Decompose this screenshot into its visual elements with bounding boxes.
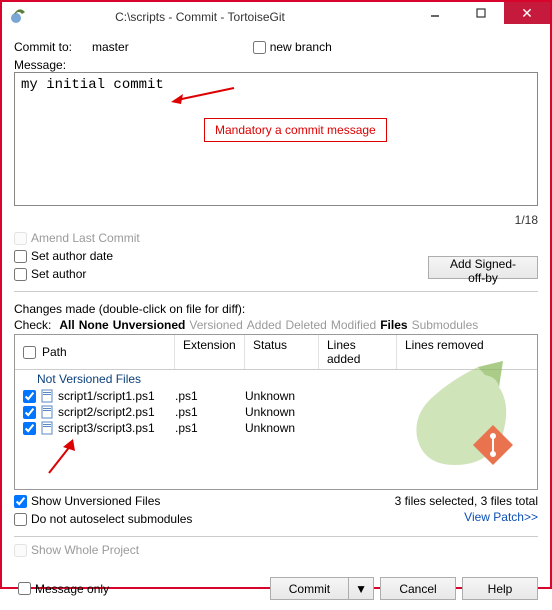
file-status: Unknown — [245, 421, 319, 435]
view-patch-link[interactable]: View Patch>> — [395, 510, 538, 524]
message-counter: 1/18 — [14, 213, 538, 227]
check-unversioned-link[interactable]: Unversioned — [113, 318, 186, 332]
no-autoselect-checkbox[interactable] — [14, 513, 27, 526]
table-header: Path Extension Status Lines added Lines … — [15, 335, 537, 370]
set-author-checkbox[interactable] — [14, 268, 27, 281]
file-path: script2/script2.ps1 — [58, 405, 155, 419]
close-button[interactable]: ✕ — [504, 2, 550, 24]
file-ext: .ps1 — [175, 405, 245, 419]
divider — [14, 291, 538, 292]
check-deleted-link[interactable]: Deleted — [285, 318, 326, 332]
file-icon — [40, 405, 54, 419]
show-unversioned-checkbox[interactable] — [14, 495, 27, 508]
row-checkbox[interactable] — [23, 406, 36, 419]
app-icon — [10, 8, 28, 26]
changes-made-label: Changes made (double-click on file for d… — [14, 302, 538, 316]
row-checkbox[interactable] — [23, 422, 36, 435]
message-label: Message: — [14, 58, 66, 72]
file-icon — [40, 421, 54, 435]
check-label: Check: — [14, 318, 51, 332]
set-author-date-checkbox[interactable] — [14, 250, 27, 263]
selection-stats: 3 files selected, 3 files total — [395, 494, 538, 508]
check-all-link[interactable]: All — [59, 318, 74, 332]
amend-label: Amend Last Commit — [31, 231, 140, 245]
amend-checkbox — [14, 232, 27, 245]
file-status: Unknown — [245, 405, 319, 419]
check-versioned-link[interactable]: Versioned — [189, 318, 242, 332]
table-row[interactable]: script2/script2.ps1 .ps1 Unknown — [15, 404, 537, 420]
header-checkbox[interactable] — [23, 346, 36, 359]
annotation-arrow-icon — [43, 437, 93, 477]
col-lines-added[interactable]: Lines added — [319, 335, 397, 369]
table-row[interactable]: script3/script3.ps1 .ps1 Unknown — [15, 420, 537, 436]
col-status[interactable]: Status — [245, 335, 319, 369]
commit-to-value: master — [92, 40, 129, 54]
file-status: Unknown — [245, 389, 319, 403]
file-path: script1/script1.ps1 — [58, 389, 155, 403]
minimize-button[interactable] — [412, 2, 458, 24]
divider — [14, 536, 538, 537]
new-branch-label: new branch — [270, 40, 332, 54]
table-row[interactable]: script1/script1.ps1 .ps1 Unknown — [15, 388, 537, 404]
show-whole-project-label: Show Whole Project — [31, 543, 139, 557]
check-filter-row: Check: All None Unversioned Versioned Ad… — [14, 318, 538, 332]
file-path: script3/script3.ps1 — [58, 421, 155, 435]
no-autoselect-label: Do not autoselect submodules — [31, 512, 192, 526]
file-ext: .ps1 — [175, 389, 245, 403]
commit-to-label: Commit to: — [14, 40, 72, 54]
annotation-callout: Mandatory a commit message — [204, 118, 387, 142]
file-icon — [40, 389, 54, 403]
window-title: C:\scripts - Commit - TortoiseGit — [0, 10, 412, 24]
file-ext: .ps1 — [175, 421, 245, 435]
maximize-button[interactable] — [458, 2, 504, 24]
set-author-label: Set author — [31, 267, 86, 281]
check-none-link[interactable]: None — [79, 318, 109, 332]
check-added-link[interactable]: Added — [247, 318, 282, 332]
new-branch-checkbox[interactable] — [253, 41, 266, 54]
show-unversioned-label: Show Unversioned Files — [31, 494, 160, 508]
col-lines-removed[interactable]: Lines removed — [397, 335, 537, 369]
check-files-link[interactable]: Files — [380, 318, 407, 332]
titlebar: C:\scripts - Commit - TortoiseGit ✕ — [2, 2, 550, 32]
col-path[interactable]: Path — [42, 345, 67, 359]
group-header: Not Versioned Files — [15, 370, 537, 388]
row-checkbox[interactable] — [23, 390, 36, 403]
add-signed-off-by-button[interactable]: Add Signed-off-by — [428, 256, 538, 279]
col-extension[interactable]: Extension — [175, 335, 245, 369]
check-submodules-link[interactable]: Submodules — [412, 318, 479, 332]
file-table: Path Extension Status Lines added Lines … — [14, 334, 538, 490]
set-author-date-label: Set author date — [31, 249, 113, 263]
check-modified-link[interactable]: Modified — [331, 318, 376, 332]
show-whole-project-checkbox — [14, 544, 27, 557]
